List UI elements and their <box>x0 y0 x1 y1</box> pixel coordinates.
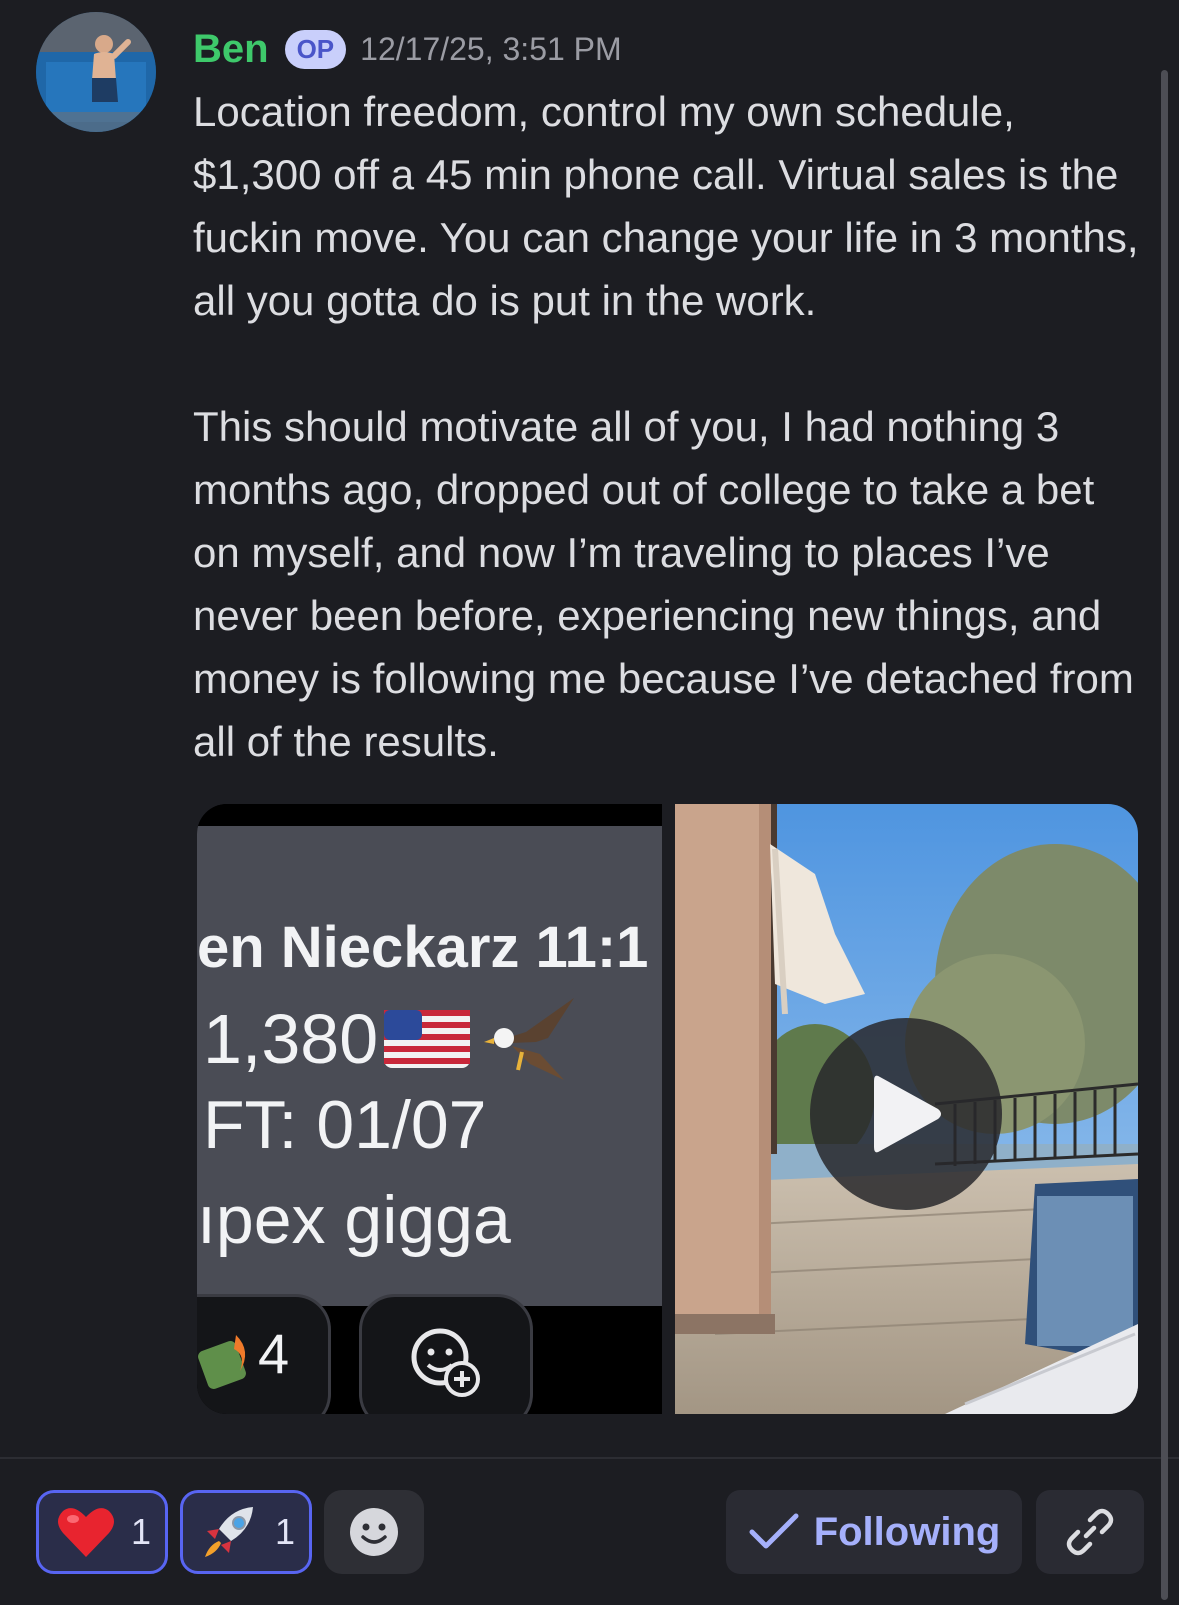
username[interactable]: Ben <box>193 27 269 72</box>
copy-link-button[interactable] <box>1036 1490 1144 1574</box>
smiley-icon <box>350 1508 398 1556</box>
message-header: Ben OP 12/17/25, 3:51 PM <box>193 22 622 76</box>
screenshot-name-line: en Nieckarz 11:1 <box>197 915 649 980</box>
screenshot-apex-line: ıpex gigga <box>197 1182 511 1258</box>
avatar[interactable] <box>36 12 156 132</box>
screenshot-amount: 1,380 <box>203 1000 379 1078</box>
following-button[interactable]: Following <box>726 1490 1022 1574</box>
screenshot-ft-line: FT: 01/07 <box>203 1087 487 1163</box>
message-paragraph: This should motivate all of you, I had n… <box>193 403 1134 765</box>
screenshot-reaction-count: 4 <box>258 1322 290 1385</box>
image-attachment[interactable]: en Nieckarz 11:1 1,380 FT: 01/07 ıpex gi <box>197 804 662 1414</box>
screenshot-reaction-pill: 4 <box>197 1294 331 1414</box>
following-label: Following <box>813 1509 1001 1554</box>
video-attachment[interactable] <box>675 804 1138 1414</box>
reaction-rocket[interactable]: 1 <box>180 1490 312 1574</box>
screenshot-add-reaction <box>359 1294 533 1414</box>
heart-icon <box>58 1508 114 1557</box>
checkmark-icon <box>749 1513 799 1549</box>
play-icon <box>874 1075 941 1153</box>
reaction-heart[interactable]: 1 <box>36 1490 168 1574</box>
play-button[interactable] <box>810 1018 1002 1210</box>
us-flag-icon <box>384 1010 471 1068</box>
money-fire-icon <box>198 1335 246 1389</box>
link-icon <box>1066 1508 1114 1556</box>
scrollbar[interactable] <box>1161 70 1168 1600</box>
divider <box>0 1457 1179 1459</box>
add-reaction-icon <box>411 1328 480 1397</box>
op-badge: OP <box>284 29 347 69</box>
add-reaction-button[interactable] <box>324 1490 424 1574</box>
message-paragraph: Location freedom, control my own schedul… <box>193 88 1139 324</box>
eagle-icon <box>484 998 575 1080</box>
screenshot-panel: en Nieckarz 11:1 1,380 FT: 01/07 ıpex gi <box>197 826 662 1306</box>
screenshot-amount-line: 1,380 <box>203 994 578 1084</box>
reaction-count: 1 <box>131 1511 152 1552</box>
rocket-icon <box>205 1507 253 1557</box>
timestamp: 12/17/25, 3:51 PM <box>360 30 622 67</box>
message-body: Location freedom, control my own schedul… <box>193 80 1143 773</box>
reaction-count: 1 <box>275 1511 296 1552</box>
image-top-bar <box>197 804 662 826</box>
